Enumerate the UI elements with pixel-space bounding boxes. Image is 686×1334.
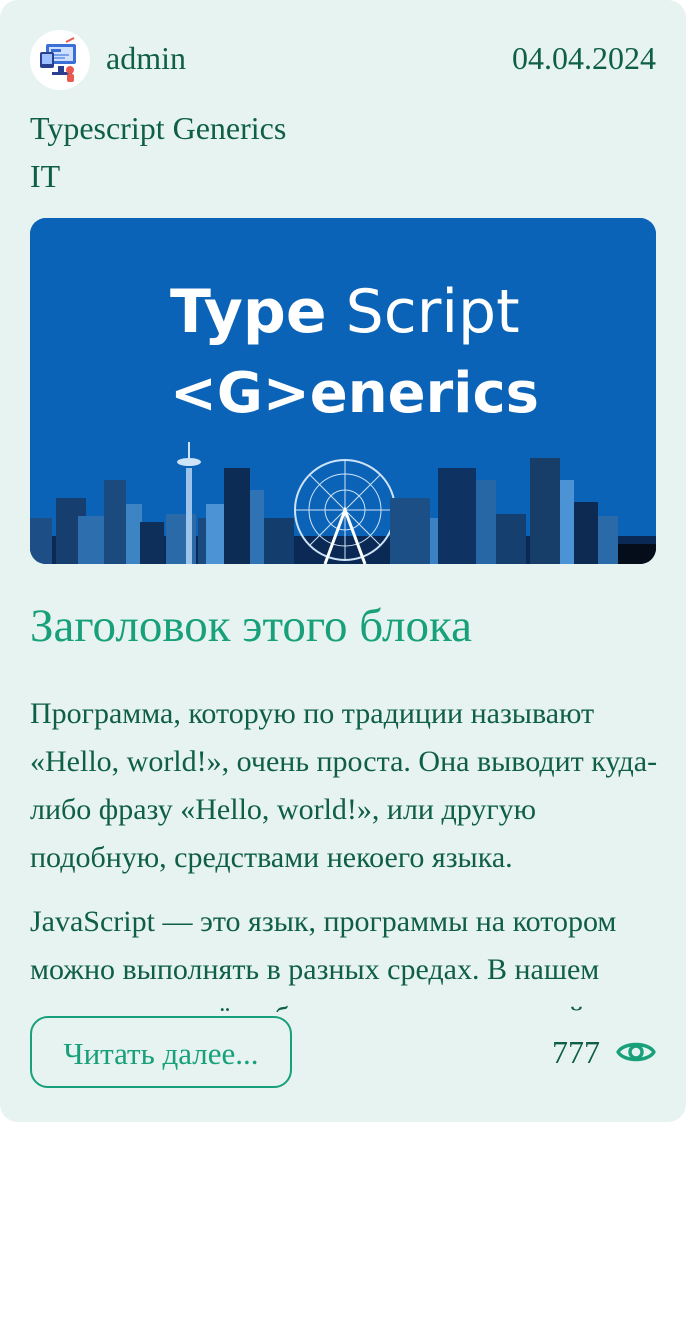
post-date: 04.04.2024 [512,40,656,76]
excerpt-paragraph: JavaScript — это язык, программы на кото… [30,905,617,1012]
cover-subtitle: <G>enerics [170,361,539,426]
post-excerpt: Программа, которую по традиции называют … [30,690,660,1012]
post-heading: Заголовок этого блока [30,600,472,652]
post-category[interactable]: IT [30,156,60,196]
cover-image: Type Script <G>enerics [30,218,656,564]
views-counter: 777 [552,1030,656,1074]
cover-title-bold: Type [170,277,327,347]
read-more-button[interactable]: Читать далее... [30,1016,292,1088]
post-tag-title: Typescript Generics [30,110,287,146]
post-card: admin 04.04.2024 Typescript Generics IT … [0,0,686,1122]
cover-title-light: Script [327,277,520,347]
author-name[interactable]: admin [106,38,186,78]
svg-text:Type Script: Type Script [170,277,520,347]
avatar-illustration [30,30,90,90]
views-count: 777 [552,1034,600,1070]
avatar[interactable] [30,30,90,90]
eye-icon [616,1042,656,1062]
excerpt-paragraph: Программа, которую по традиции называют … [30,697,658,874]
